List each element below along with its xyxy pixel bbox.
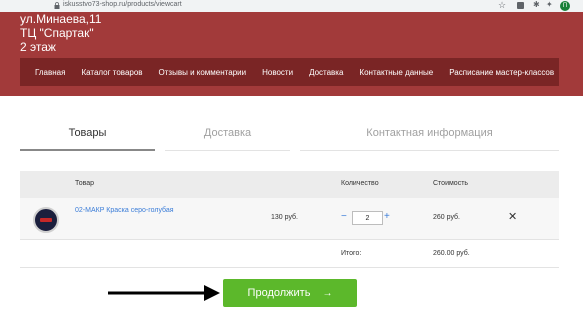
nav-item-home[interactable]: Главная — [35, 68, 65, 77]
address-street: ул.Минаева,11 — [20, 12, 102, 26]
bookmark-star-icon[interactable]: ☆ — [498, 0, 506, 10]
nav-item-reviews[interactable]: Отзывы и комментарии — [159, 68, 247, 77]
total-label: Итого: — [341, 250, 362, 257]
column-header-product: Товар — [75, 180, 95, 187]
product-thumbnail[interactable] — [33, 207, 59, 233]
site-header: ул.Минаева,11 ТЦ "Спартак" 2 этаж Главна… — [0, 12, 583, 96]
total-value: 260.00 руб. — [433, 250, 470, 257]
nav-item-delivery[interactable]: Доставка — [309, 68, 343, 77]
column-header-cost: Стоимость — [433, 180, 469, 187]
arrow-right-icon: → — [322, 287, 333, 299]
nav-item-news[interactable]: Новости — [262, 68, 293, 77]
cart-table-header: Товар Количество Стоимость — [20, 171, 559, 198]
puzzle-icon[interactable]: ✱ — [533, 0, 540, 10]
column-header-quantity: Количество — [341, 180, 379, 187]
page: iskusstvo73-shop.ru/products/viewcart ☆ … — [0, 0, 583, 309]
row-total: 260 руб. — [433, 214, 460, 221]
extensions-menu-icon[interactable]: ✦ — [546, 0, 553, 10]
continue-button-label: Продолжить — [247, 287, 311, 299]
browser-url[interactable]: iskusstvo73-shop.ru/products/viewcart — [63, 0, 182, 10]
continue-button[interactable]: Продолжить → — [223, 279, 357, 307]
pointer-arrow-icon — [108, 285, 220, 301]
tab-contact-info[interactable]: Контактная информация — [300, 119, 559, 151]
nav-item-catalog[interactable]: Каталог товаров — [81, 68, 142, 77]
address-mall: ТЦ "Спартак" — [20, 26, 94, 40]
remove-item-icon[interactable]: ✕ — [508, 211, 517, 223]
table-row: 02-МАКР Краска серо-голубая 130 руб. − +… — [20, 198, 559, 240]
quantity-increase-button[interactable]: + — [384, 212, 390, 222]
address-floor: 2 этаж — [20, 40, 56, 54]
cart-totals-row: Итого: 260.00 руб. — [20, 241, 559, 268]
product-label-shape — [40, 218, 52, 222]
quantity-decrease-button[interactable]: − — [341, 212, 347, 222]
tab-goods[interactable]: Товары — [20, 119, 155, 151]
lock-icon — [54, 2, 60, 9]
profile-avatar[interactable]: П — [560, 1, 570, 11]
nav-item-contacts[interactable]: Контактные данные — [359, 68, 433, 77]
nav-item-workshops[interactable]: Расписание мастер-классов — [449, 68, 554, 77]
product-name-link[interactable]: 02-МАКР Краска серо-голубая — [75, 207, 174, 214]
extension-icon[interactable] — [517, 2, 524, 9]
quantity-input[interactable] — [352, 211, 383, 225]
unit-price: 130 руб. — [271, 214, 298, 221]
main-nav: Главная Каталог товаров Отзывы и коммент… — [20, 58, 559, 86]
browser-url-bar[interactable]: iskusstvo73-shop.ru/products/viewcart ☆ … — [0, 0, 583, 12]
tab-delivery[interactable]: Доставка — [165, 119, 290, 151]
